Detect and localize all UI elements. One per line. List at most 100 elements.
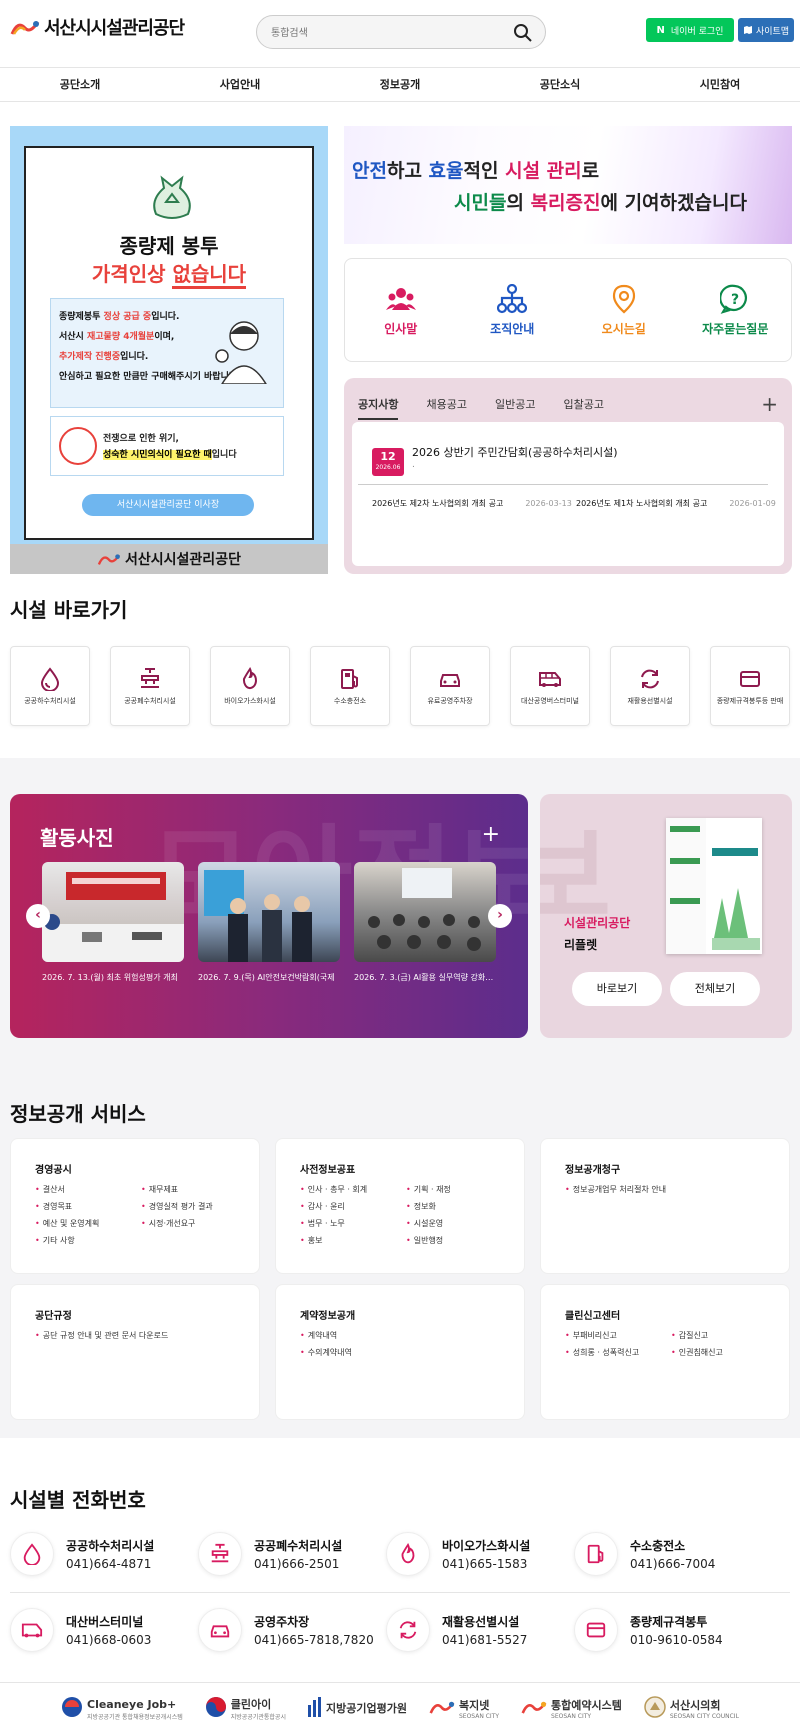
tab-notice[interactable]: 공지사항 bbox=[358, 396, 399, 420]
info-link[interactable]: 법무 · 노무 bbox=[300, 1218, 406, 1229]
info-link[interactable]: 성희롱 · 성폭력신고 bbox=[565, 1347, 671, 1358]
notice-row[interactable]: 2026년도 제1차 노사협의회 개최 공고 2026-01-09 bbox=[576, 498, 776, 509]
activity-more-button[interactable]: + bbox=[482, 822, 500, 847]
nav-item[interactable]: 공단소개 bbox=[0, 68, 160, 101]
phone-item[interactable]: 공공하수처리시설 041)664-4871 bbox=[10, 1528, 200, 1580]
info-link[interactable]: 인사 · 총무 · 회계 bbox=[300, 1184, 406, 1195]
info-link[interactable]: 공단 규정 안내 및 관련 문서 다운로드 bbox=[35, 1330, 235, 1341]
phone-item[interactable]: 바이오가스화시설 041)665-1583 bbox=[386, 1528, 576, 1580]
info-link[interactable]: 부패비리신고 bbox=[565, 1330, 671, 1341]
phone-item[interactable]: 대산버스터미널 041)668-0603 bbox=[10, 1604, 200, 1656]
quick-item-greeting[interactable]: 인사말 bbox=[345, 259, 457, 361]
phone-number[interactable]: 041)666-7004 bbox=[630, 1557, 715, 1571]
search-input[interactable] bbox=[271, 23, 501, 43]
info-card-title[interactable]: 경영공시 bbox=[35, 1161, 235, 1176]
tab-bid[interactable]: 입찰공고 bbox=[563, 396, 603, 420]
phone-item[interactable]: 공공폐수처리시설 041)666-2501 bbox=[198, 1528, 388, 1580]
info-link[interactable]: 기획 · 재정 bbox=[406, 1184, 506, 1195]
info-link[interactable]: 계약내역 bbox=[300, 1330, 500, 1341]
info-link[interactable]: 수의계약내역 bbox=[300, 1347, 500, 1358]
activity-photo[interactable] bbox=[42, 862, 184, 962]
facility-item[interactable]: 대산공영버스터미널 bbox=[510, 646, 590, 726]
tab-recruit[interactable]: 채용공고 bbox=[426, 396, 466, 420]
phone-number[interactable]: 041)668-0603 bbox=[66, 1633, 151, 1647]
featured-notice-title[interactable]: 2026 상반기 주민간담회(공공하수처리시설) bbox=[412, 444, 618, 460]
info-card-list: 계약내역 수의계약내역 bbox=[300, 1330, 500, 1358]
info-link[interactable]: 경영실적 평가 결과 bbox=[141, 1201, 241, 1212]
carousel-next-button[interactable]: › bbox=[488, 904, 512, 928]
sitemap-label: 사이트맵 bbox=[755, 26, 790, 37]
leaflet-all-button[interactable]: 전체보기 bbox=[670, 972, 760, 1006]
sitemap-button[interactable]: 사이트맵 bbox=[738, 18, 794, 42]
leaflet-cover-image[interactable] bbox=[666, 818, 762, 954]
info-link[interactable]: 일반행정 bbox=[406, 1235, 506, 1246]
nav-item[interactable]: 공단소식 bbox=[480, 68, 640, 101]
quick-item-directions[interactable]: 오시는길 bbox=[568, 259, 680, 361]
footer-link-welfare-net[interactable]: 복지넷 SEOSAN CITY bbox=[429, 1694, 499, 1720]
nav-item[interactable]: 시민참여 bbox=[640, 68, 800, 101]
car-icon bbox=[440, 673, 460, 687]
phone-item[interactable]: 종량제규격봉투 010-9610-0584 bbox=[574, 1604, 764, 1656]
activity-photo[interactable] bbox=[354, 862, 496, 962]
quick-item-faq[interactable]: ? 자주묻는질문 bbox=[680, 259, 792, 361]
banner-quote-line: 전쟁으로 인한 위기, bbox=[103, 434, 179, 444]
phone-number[interactable]: 041)666-2501 bbox=[254, 1557, 342, 1571]
facility-item[interactable]: 공공폐수처리시설 bbox=[110, 646, 190, 726]
footer-link-label: 통합예약시스템 bbox=[551, 1698, 622, 1712]
facility-item[interactable]: 바이오가스화시설 bbox=[210, 646, 290, 726]
info-link[interactable]: 감사 · 윤리 bbox=[300, 1201, 406, 1212]
nav-item[interactable]: 정보공개 bbox=[320, 68, 480, 101]
info-link[interactable]: 홍보 bbox=[300, 1235, 406, 1246]
facility-item[interactable]: 종량제규격봉투등 판매 bbox=[710, 646, 790, 726]
info-link[interactable]: 경영목표 bbox=[35, 1201, 141, 1212]
carousel-prev-button[interactable]: ‹ bbox=[26, 904, 50, 928]
phone-number[interactable]: 041)681-5527 bbox=[442, 1633, 527, 1647]
info-card-title[interactable]: 사전정보공표 bbox=[300, 1161, 500, 1176]
naver-login-button[interactable]: N 네이버 로그인 bbox=[646, 18, 734, 42]
footer-link-city-council[interactable]: 서산시의회 SEOSAN CITY COUNCIL bbox=[644, 1694, 739, 1720]
facility-item[interactable]: 유료공영주차장 bbox=[410, 646, 490, 726]
info-link[interactable]: 재무제표 bbox=[141, 1184, 241, 1195]
info-link[interactable]: 기타 사항 bbox=[35, 1235, 141, 1246]
info-link[interactable]: 정보화 bbox=[406, 1201, 506, 1212]
phone-number[interactable]: 041)665-1583 bbox=[442, 1557, 530, 1571]
info-link[interactable]: 갑질신고 bbox=[671, 1330, 771, 1341]
search-icon[interactable] bbox=[513, 23, 533, 43]
photo-caption[interactable]: 2026. 7. 3.(금) AI활용 실무역량 강화교육 bbox=[354, 972, 496, 983]
phone-item[interactable]: 공영주차장 041)665-7818,7820 bbox=[198, 1604, 388, 1656]
facility-item[interactable]: 공공하수처리시설 bbox=[10, 646, 90, 726]
tab-general[interactable]: 일반공고 bbox=[495, 396, 535, 420]
info-link[interactable]: 시정·개선요구 bbox=[141, 1218, 241, 1229]
info-link[interactable]: 예산 및 운영계획 bbox=[35, 1218, 141, 1229]
photo-caption[interactable]: 2026. 7. 9.(목) AI안전보건박람회(국제 bbox=[198, 972, 340, 983]
main-banner[interactable]: 종량제 봉투 가격인상 없습니다 종량제봉투 정상 공급 중입니다. 서산시 재… bbox=[10, 126, 328, 574]
info-link[interactable]: 정보공개업무 처리절차 안내 bbox=[565, 1184, 765, 1195]
phone-item[interactable]: 수소충전소 041)666-7004 bbox=[574, 1528, 764, 1580]
footer-link-cleaneye[interactable]: 클린아이 지방공공기관통합공시 bbox=[205, 1693, 286, 1721]
phone-number[interactable]: 041)664-4871 bbox=[66, 1557, 154, 1571]
info-card-title[interactable]: 클린신고센터 bbox=[565, 1307, 765, 1322]
info-link[interactable]: 인권침해신고 bbox=[671, 1347, 771, 1358]
facility-item[interactable]: 재활용선별시설 bbox=[610, 646, 690, 726]
footer-link-cleaneye-job[interactable]: Cleaneye Job+ 지방공공기관 통합채용정보공개시스템 bbox=[61, 1693, 183, 1721]
phone-number[interactable]: 041)665-7818,7820 bbox=[254, 1633, 374, 1647]
info-card-title[interactable]: 계약정보공개 bbox=[300, 1307, 500, 1322]
quick-item-organization[interactable]: 조직안내 bbox=[457, 259, 569, 361]
phone-number[interactable]: 010-9610-0584 bbox=[630, 1633, 723, 1647]
facility-item[interactable]: 수소충전소 bbox=[310, 646, 390, 726]
leaflet-view-button[interactable]: 바로보기 bbox=[572, 972, 662, 1006]
info-card-title[interactable]: 정보공개청구 bbox=[565, 1161, 765, 1176]
notice-row[interactable]: 2026년도 제2차 노사협의회 개최 공고 2026-03-13 bbox=[372, 498, 572, 509]
info-card-title[interactable]: 공단규정 bbox=[35, 1307, 235, 1322]
info-link[interactable]: 시설운영 bbox=[406, 1218, 506, 1229]
footer-link-reservation[interactable]: 통합예약시스템 SEOSAN CITY bbox=[521, 1694, 622, 1720]
activity-photo[interactable] bbox=[198, 862, 340, 962]
notice-more-button[interactable]: + bbox=[761, 392, 778, 416]
quick-item-label: 자주묻는질문 bbox=[702, 321, 769, 336]
info-link[interactable]: 결산서 bbox=[35, 1184, 141, 1195]
footer-link-evaluation-institute[interactable]: 지방공기업평가원 bbox=[307, 1696, 407, 1717]
site-logo[interactable]: 서산시시설관리공단 bbox=[10, 14, 185, 40]
nav-item[interactable]: 사업안내 bbox=[160, 68, 320, 101]
phone-item[interactable]: 재활용선별시설 041)681-5527 bbox=[386, 1604, 576, 1656]
photo-caption[interactable]: 2026. 7. 13.(월) 최초 위험성평가 개최 bbox=[42, 972, 184, 983]
